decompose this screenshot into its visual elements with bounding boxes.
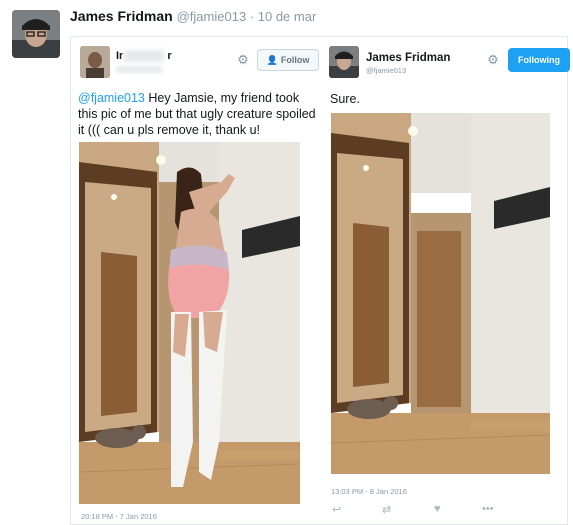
left-card-name-end: r	[167, 50, 172, 62]
more-icon[interactable]: •••	[482, 503, 494, 515]
right-tweet-text: Sure.	[330, 92, 360, 106]
mention-link[interactable]: @fjamie013	[78, 91, 145, 105]
retweet-icon[interactable]: ⇄	[382, 503, 391, 516]
redacted-name	[124, 50, 164, 62]
left-tweet-text: @fjamie013 Hey Jamsie, my friend took th…	[78, 90, 320, 138]
tweet-date[interactable]: 10 de mar	[258, 9, 317, 24]
avatar[interactable]	[12, 10, 60, 58]
left-tweet-photo[interactable]	[79, 142, 300, 504]
right-timestamp[interactable]: 13:03 PM - 8 Jan 2016	[331, 487, 407, 496]
follow-button-label: Follow	[280, 55, 310, 65]
add-user-icon: 👤	[266, 54, 278, 65]
redacted-handle	[116, 66, 162, 73]
separator: ·	[246, 9, 258, 24]
tweet-actions: ↩ ⇄ ♥ •••	[330, 503, 520, 519]
right-card-handle[interactable]: @fjamie013	[366, 66, 406, 75]
left-card-avatar	[80, 46, 110, 78]
left-timestamp[interactable]: 20:18 PM - 7 Jan 2016	[81, 512, 157, 521]
following-button[interactable]: Following	[508, 48, 570, 72]
tweet-header: James Fridman @fjamie013 · 10 de mar	[70, 8, 316, 24]
right-card-avatar[interactable]	[329, 46, 359, 78]
like-icon[interactable]: ♥	[434, 503, 441, 515]
gear-icon[interactable]: ⚙	[236, 53, 250, 67]
right-card-name[interactable]: James Fridman	[366, 52, 450, 64]
reply-icon[interactable]: ↩	[332, 503, 341, 516]
gear-icon[interactable]: ⚙	[486, 53, 500, 67]
left-card-name-start: Ir	[116, 50, 124, 62]
author-handle[interactable]: @fjamie013	[177, 9, 247, 24]
right-tweet-photo[interactable]	[331, 113, 550, 474]
author-name[interactable]: James Fridman	[70, 8, 173, 24]
follow-button[interactable]: 👤 Follow	[257, 49, 319, 71]
